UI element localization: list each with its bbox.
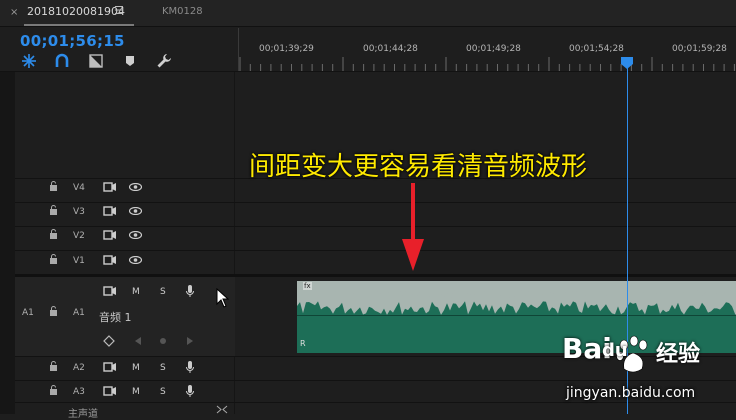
track-label-v1[interactable]: V1: [73, 256, 85, 266]
microphone-icon[interactable]: [185, 284, 195, 298]
eye-icon[interactable]: [129, 207, 142, 215]
track-header-divider: [234, 72, 235, 414]
track-label-v4[interactable]: V4: [73, 183, 85, 193]
tab-active-sequence[interactable]: 20181020081904: [27, 5, 125, 18]
toggle-sync-lock-icon[interactable]: [103, 286, 117, 296]
microphone-icon[interactable]: [185, 384, 195, 398]
add-marker-panel-icon[interactable]: [87, 52, 105, 70]
playhead-timecode[interactable]: 00;01;56;15: [20, 32, 125, 50]
toggle-sync-lock-icon[interactable]: [103, 362, 117, 372]
watermark-brand-jingyan: 经验: [656, 342, 701, 367]
wrench-settings-icon[interactable]: [155, 52, 173, 70]
master-go-to-end-icon[interactable]: [216, 405, 228, 414]
audio-track-title: 音频 1: [99, 311, 132, 324]
linked-selection-icon[interactable]: [53, 52, 71, 70]
solo-button[interactable]: S: [160, 287, 166, 297]
mute-button[interactable]: M: [132, 287, 140, 297]
mute-button[interactable]: M: [132, 363, 140, 373]
waveform-peaks: [297, 301, 736, 315]
track-label-v2[interactable]: V2: [73, 231, 85, 241]
eye-icon[interactable]: [129, 231, 142, 239]
lock-icon[interactable]: [49, 229, 58, 239]
watermark-brand-du: du: [602, 340, 628, 361]
keyframe-diamond-icon[interactable]: [103, 335, 115, 347]
tab-menu-icon[interactable]: ☰: [114, 4, 124, 17]
fx-badge: fx: [303, 282, 312, 290]
lock-icon[interactable]: [49, 254, 58, 264]
lock-icon[interactable]: [49, 306, 58, 316]
annotation-arrow-icon: [402, 183, 424, 271]
previous-keyframe-icon[interactable]: [134, 337, 142, 345]
ruler-label: 00;01;44;28: [363, 44, 418, 54]
active-tab-indicator: [24, 24, 134, 26]
ruler-label: 00;01;49;28: [466, 44, 521, 54]
track-label-a3[interactable]: A3: [73, 387, 85, 397]
track-label-v3[interactable]: V3: [73, 207, 85, 217]
watermark-url: jingyan.baidu.com: [566, 385, 696, 401]
marker-icon[interactable]: [121, 52, 139, 70]
tab-close-icon[interactable]: ×: [10, 7, 18, 18]
eye-icon[interactable]: [129, 256, 142, 264]
snap-icon[interactable]: [20, 52, 38, 70]
mute-button[interactable]: M: [132, 387, 140, 397]
toggle-sync-lock-icon[interactable]: [103, 386, 117, 396]
track-label-a2[interactable]: A2: [73, 363, 85, 373]
master-track-label[interactable]: 主声道: [68, 405, 98, 420]
ruler-label: 00;01;39;29: [259, 44, 314, 54]
add-keyframe-icon[interactable]: [159, 337, 167, 345]
clip-channel-marker: R: [300, 339, 306, 348]
toggle-sync-lock-icon[interactable]: [103, 182, 117, 192]
waveform-channel-divider: [297, 315, 736, 316]
eye-icon[interactable]: [129, 183, 142, 191]
tab-sequence-2[interactable]: KM0128: [162, 6, 203, 17]
toggle-sync-lock-icon[interactable]: [103, 230, 117, 240]
microphone-icon[interactable]: [185, 360, 195, 374]
lock-icon[interactable]: [49, 361, 58, 371]
lock-icon[interactable]: [49, 181, 58, 191]
ruler-label: 00;01;54;28: [569, 44, 624, 54]
source-patch-a1[interactable]: A1: [22, 308, 34, 318]
ruler-label: 00;01;59;28: [672, 44, 727, 54]
tutorial-annotation: 间距变大更容易看清音频波形: [249, 152, 588, 182]
solo-button[interactable]: S: [160, 387, 166, 397]
track-label-a1[interactable]: A1: [73, 308, 85, 318]
panel-left-edge: [0, 72, 15, 414]
header-divider: [0, 71, 736, 72]
next-keyframe-icon[interactable]: [186, 337, 194, 345]
lock-icon[interactable]: [49, 205, 58, 215]
playhead-handle[interactable]: [621, 57, 633, 69]
toggle-sync-lock-icon[interactable]: [103, 206, 117, 216]
lock-icon[interactable]: [49, 385, 58, 395]
mouse-cursor-icon: [216, 288, 230, 308]
solo-button[interactable]: S: [160, 363, 166, 373]
toggle-sync-lock-icon[interactable]: [103, 255, 117, 265]
